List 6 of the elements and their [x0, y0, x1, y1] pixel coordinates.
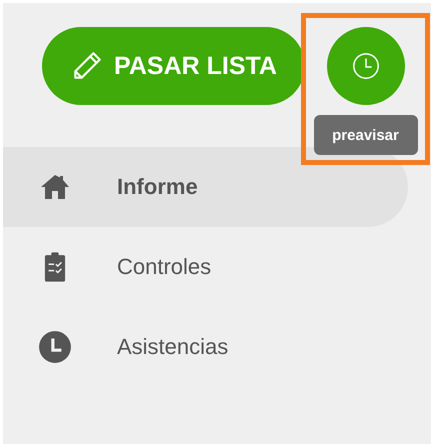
- nav-item[interactable]: Asistencias: [3, 307, 408, 387]
- nav-item[interactable]: Controles: [3, 227, 408, 307]
- clock-icon: [38, 330, 72, 364]
- tooltip: preavisar: [314, 115, 418, 155]
- clock-icon: [350, 51, 380, 81]
- nav-item[interactable]: Informe: [3, 147, 408, 227]
